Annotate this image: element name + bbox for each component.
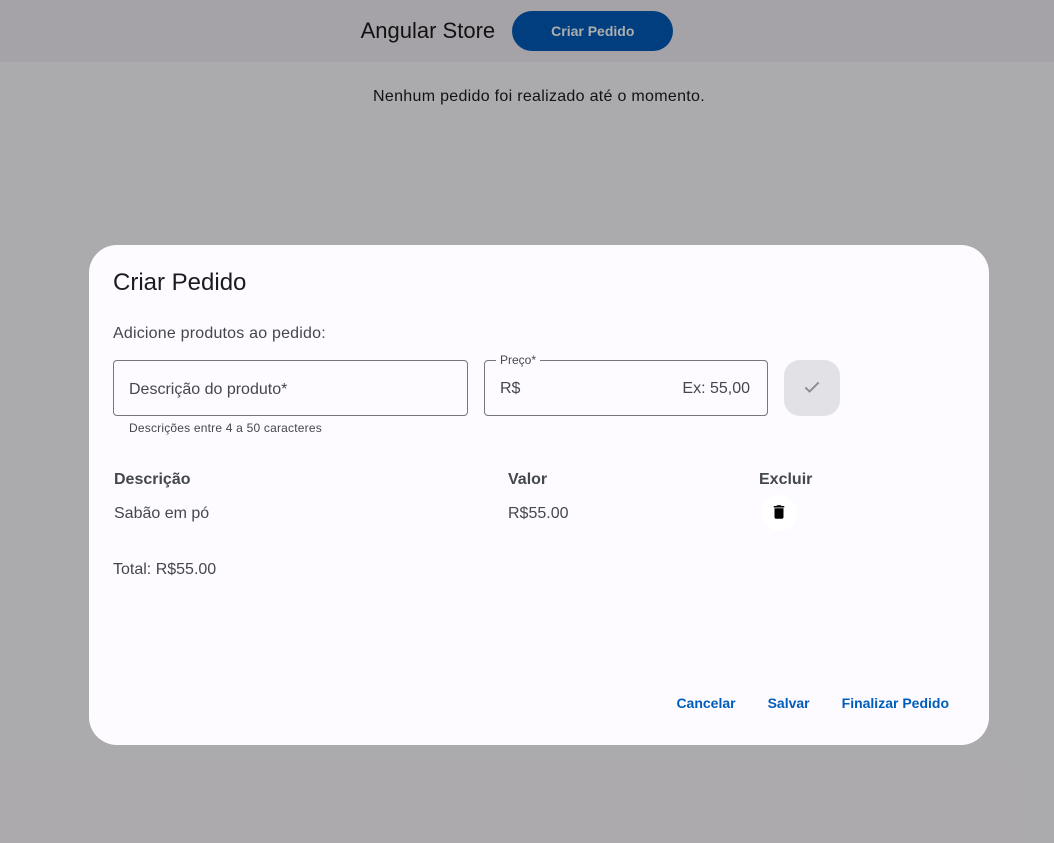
dialog-actions: Cancelar Salvar Finalizar Pedido [660, 685, 965, 721]
cancel-button[interactable]: Cancelar [660, 685, 751, 721]
column-header-delete: Excluir [759, 471, 813, 488]
currency-prefix: R$ [500, 380, 521, 397]
add-product-button[interactable] [784, 360, 840, 416]
finalize-order-button[interactable]: Finalizar Pedido [826, 685, 965, 721]
order-total: Total: R$55.00 [113, 561, 217, 578]
delete-row-button[interactable] [761, 495, 797, 531]
column-header-description: Descrição [114, 471, 191, 488]
check-icon [802, 377, 822, 400]
save-button[interactable]: Salvar [752, 685, 826, 721]
product-description-field[interactable]: Descrição do produto* [113, 360, 468, 416]
trash-icon [770, 503, 788, 524]
column-header-value: Valor [508, 471, 548, 488]
product-description-label: Descrição do produto* [129, 381, 288, 398]
price-field[interactable]: Preço* R$ [484, 353, 768, 416]
price-label: Preço* [496, 353, 541, 367]
description-hint: Descrições entre 4 a 50 caracteres [129, 421, 322, 435]
dialog-title: Criar Pedido [113, 269, 247, 296]
row-value: R$55.00 [508, 505, 569, 522]
create-order-dialog: Criar Pedido Adicione produtos ao pedido… [89, 245, 989, 745]
row-description: Sabão em pó [114, 505, 210, 522]
dialog-subtitle: Adicione produtos ao pedido: [113, 325, 326, 342]
price-input[interactable] [548, 379, 752, 399]
